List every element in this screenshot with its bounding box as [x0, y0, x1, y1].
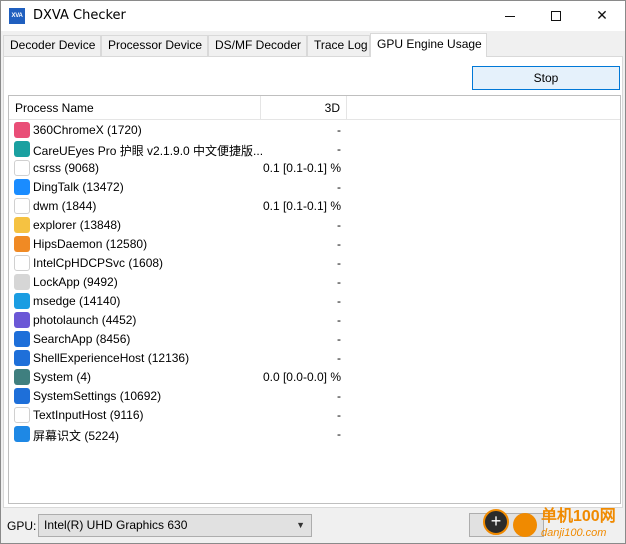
gpu-3d-usage-cell: - [337, 427, 341, 441]
gpu-engine-usage-panel: Stop Process Name 3D 360ChromeX (1720) - C… [3, 56, 623, 508]
watermark-plus-icon: + [483, 509, 509, 535]
table-row[interactable]: SystemSettings (10692) - [9, 387, 620, 406]
table-row[interactable]: CareUEyes Pro 护眼 v2.1.9.0 中文便捷版... - [9, 140, 620, 159]
minimize-icon[interactable] [487, 1, 533, 31]
process-name-cell: dwm (1844) [33, 199, 97, 213]
tab-bar: Decoder Device Processor Device DS/MF De… [3, 33, 623, 57]
table-row[interactable]: System (4) 0.0 [0.0-0.0] % [9, 368, 620, 387]
table-row[interactable]: DingTalk (13472) - [9, 178, 620, 197]
dingtalk-icon [14, 179, 30, 195]
gpu-label: GPU: [7, 519, 37, 533]
table-row[interactable]: dwm (1844) 0.1 [0.1-0.1] % [9, 197, 620, 216]
folder-icon [14, 217, 30, 233]
maximize-icon[interactable] [533, 1, 579, 31]
gpu-3d-usage-cell: - [337, 256, 341, 270]
process-name-cell: HipsDaemon (12580) [33, 237, 148, 251]
gpu-3d-usage-cell: - [337, 180, 341, 194]
gpu-3d-usage-cell: - [337, 218, 341, 232]
gpu-3d-usage-cell: 0.0 [0.0-0.0] % [262, 370, 341, 384]
tab-trace-log[interactable]: Trace Log [307, 35, 370, 56]
table-row[interactable]: HipsDaemon (12580) - [9, 235, 620, 254]
column-header-3d[interactable]: 3D [261, 96, 347, 120]
table-row[interactable]: 屏幕识文 (5224) - [9, 425, 620, 444]
gpu-select[interactable]: Intel(R) UHD Graphics 630 ▼ [38, 514, 312, 537]
window-title: DXVA Checker [33, 8, 126, 23]
360chrome-icon [14, 122, 30, 138]
gpu-3d-usage-cell: - [337, 389, 341, 403]
gear-icon [14, 388, 30, 404]
blank-icon [14, 160, 30, 176]
tab-ds-mf-decoder[interactable]: DS/MF Decoder [208, 35, 307, 56]
gpu-3d-usage-cell: - [337, 313, 341, 327]
blank-icon [14, 255, 30, 271]
gpu-3d-usage-cell: 0.1 [0.1-0.1] % [262, 161, 341, 175]
process-name-cell: csrss (9068) [33, 161, 100, 175]
column-header-process-name[interactable]: Process Name [9, 96, 261, 120]
tab-gpu-engine-usage[interactable]: GPU Engine Usage [370, 33, 487, 57]
table-row[interactable]: SearchApp (8456) - [9, 330, 620, 349]
gpu-3d-usage-cell: - [337, 408, 341, 422]
table-row[interactable]: photolaunch (4452) - [9, 311, 620, 330]
gpu-3d-usage-cell: - [337, 123, 341, 137]
gpu-3d-usage-cell: - [337, 275, 341, 289]
table-row[interactable]: 360ChromeX (1720) - [9, 121, 620, 140]
tab-decoder-device[interactable]: Decoder Device [3, 35, 101, 56]
text-recognize-icon [14, 426, 30, 442]
process-rows: 360ChromeX (1720) - CareUEyes Pro 护眼 v2.1.… [9, 121, 620, 444]
gpu-3d-usage-cell: - [337, 332, 341, 346]
process-name-cell: msedge (14140) [33, 294, 121, 308]
app-logo-icon: XVA [9, 8, 25, 24]
gpu-3d-usage-cell: - [337, 294, 341, 308]
table-row[interactable]: msedge (14140) - [9, 292, 620, 311]
gpu-3d-usage-cell: - [337, 351, 341, 365]
process-name-cell: DingTalk (13472) [33, 180, 124, 194]
lockapp-icon [14, 274, 30, 290]
stop-button[interactable]: Stop [472, 66, 620, 90]
process-name-cell: SystemSettings (10692) [33, 389, 162, 403]
process-name-cell: ShellExperienceHost (12136) [33, 351, 190, 365]
watermark-circle-icon [513, 513, 537, 537]
system-icon [14, 369, 30, 385]
process-list[interactable]: Process Name 3D 360ChromeX (1720) - CareUE… [8, 95, 621, 504]
table-row[interactable]: TextInputHost (9116) - [9, 406, 620, 425]
search-icon [14, 331, 30, 347]
close-icon[interactable]: ✕ [579, 1, 625, 31]
edge-icon [14, 293, 30, 309]
list-header: Process Name 3D [9, 96, 620, 120]
process-name-cell: CareUEyes Pro 护眼 v2.1.9.0 中文便捷版... [33, 144, 263, 158]
table-row[interactable]: IntelCpHDCPSvc (1608) - [9, 254, 620, 273]
gpu-3d-usage-cell: - [337, 142, 341, 156]
process-name-cell: 屏幕识文 (5224) [33, 429, 120, 443]
shield-icon [14, 236, 30, 252]
gpu-3d-usage-cell: - [337, 237, 341, 251]
gpu-3d-usage-cell: 0.1 [0.1-0.1] % [262, 199, 341, 213]
table-row[interactable]: LockApp (9492) - [9, 273, 620, 292]
process-name-cell: 360ChromeX (1720) [33, 123, 142, 137]
table-row[interactable]: csrss (9068) 0.1 [0.1-0.1] % [9, 159, 620, 178]
table-row[interactable]: ShellExperienceHost (12136) - [9, 349, 620, 368]
process-name-cell: IntelCpHDCPSvc (1608) [33, 256, 164, 270]
blank-icon [14, 198, 30, 214]
tab-processor-device[interactable]: Processor Device [101, 35, 208, 56]
process-name-cell: TextInputHost (9116) [33, 408, 144, 422]
process-name-cell: explorer (13848) [33, 218, 122, 232]
title-bar[interactable]: XVA DXVA Checker ✕ [1, 1, 625, 31]
watermark-title: 单机100网 [541, 508, 616, 525]
process-name-cell: LockApp (9492) [33, 275, 118, 289]
table-row[interactable]: explorer (13848) - [9, 216, 620, 235]
process-name-cell: System (4) [33, 370, 92, 384]
window-icon [14, 350, 30, 366]
blank-icon [14, 407, 30, 423]
photo-icon [14, 312, 30, 328]
app-window: XVA DXVA Checker ✕ Decoder Device Proces… [0, 0, 626, 544]
gpu-select-value: Intel(R) UHD Graphics 630 [44, 518, 188, 532]
chevron-down-icon: ▼ [296, 520, 305, 530]
process-name-cell: photolaunch (4452) [33, 313, 137, 327]
watermark-url: danji100.com [541, 527, 607, 539]
eye-icon [14, 141, 30, 157]
process-name-cell: SearchApp (8456) [33, 332, 131, 346]
